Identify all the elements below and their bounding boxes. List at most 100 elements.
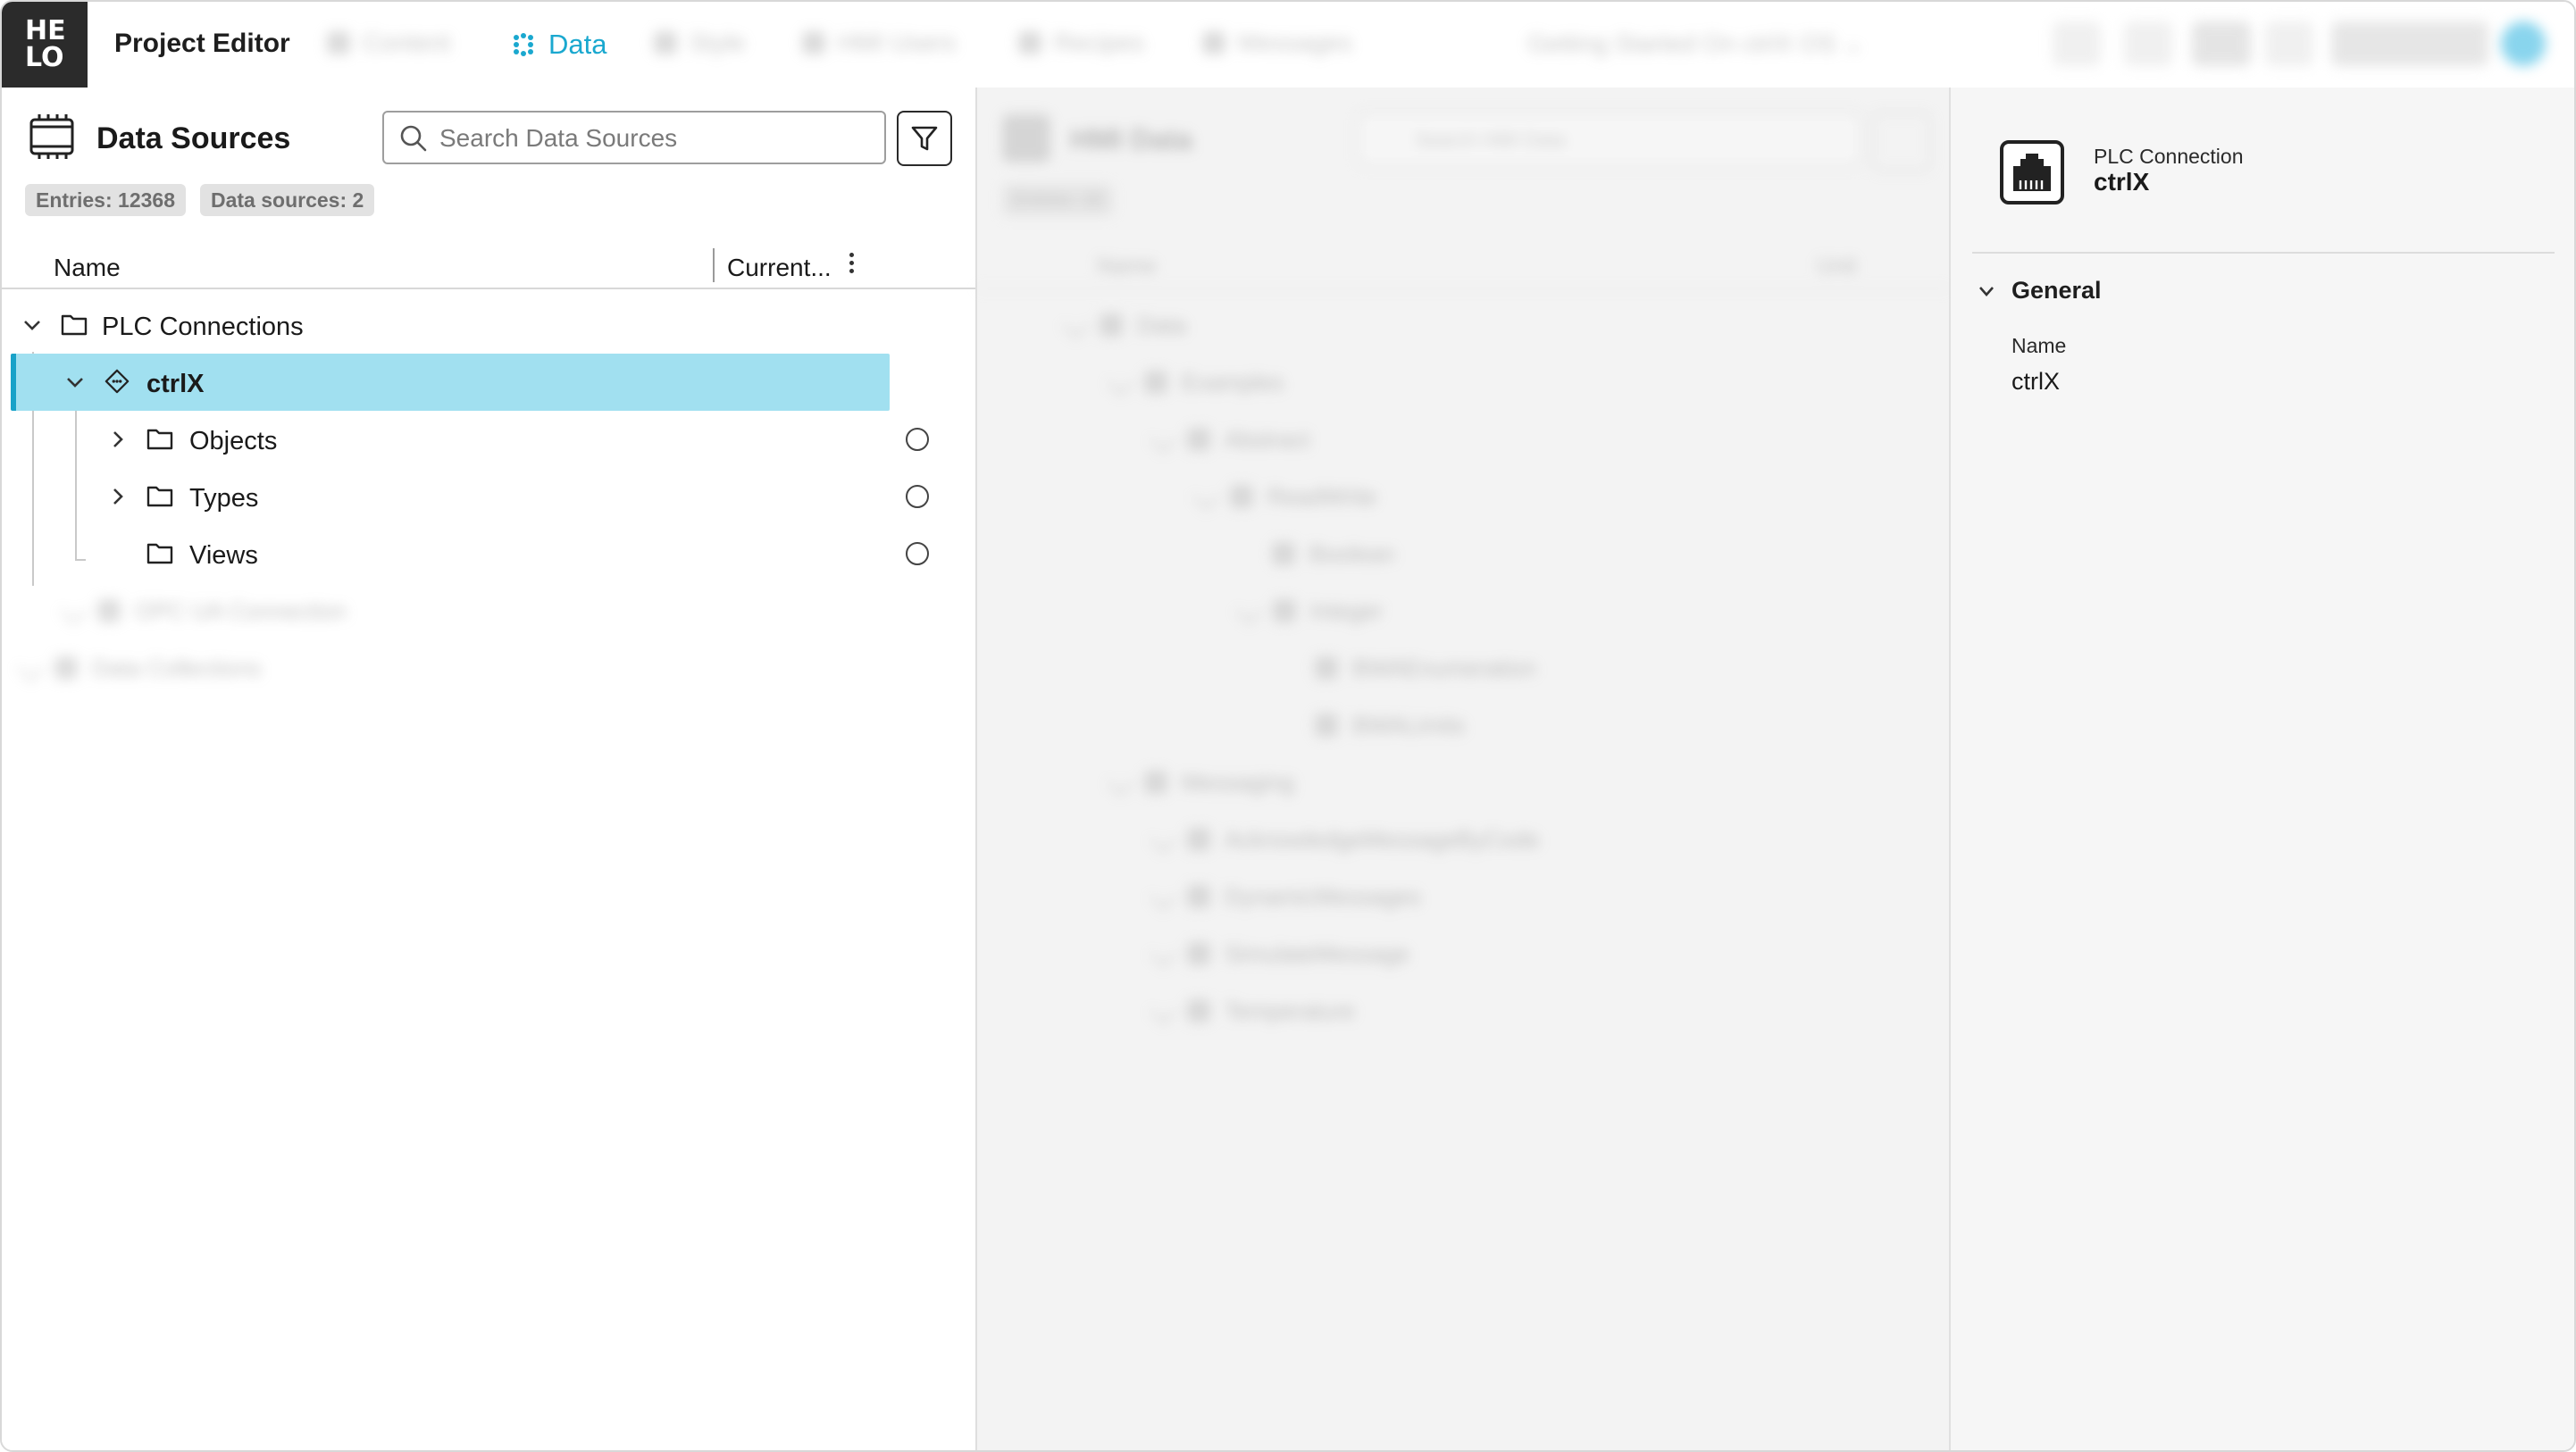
ethernet-port-icon xyxy=(2000,140,2064,204)
data-icon xyxy=(514,33,533,56)
search-icon xyxy=(400,125,427,152)
tab-messages[interactable]: Messages xyxy=(1202,29,1352,57)
data-sources-icon xyxy=(29,114,74,159)
hmi-data-icon xyxy=(1002,114,1050,163)
chevron-right-icon[interactable] xyxy=(105,427,130,452)
hmi-data-panel: HMI Data Search HMI Data Entries: 16 Nam… xyxy=(977,88,1951,1450)
tree-row-types[interactable]: Types xyxy=(2,468,975,525)
chevron-down-icon[interactable] xyxy=(63,370,88,395)
column-current[interactable]: Current... xyxy=(727,254,832,282)
tab-data-label: Data xyxy=(548,29,607,60)
hmi-row-boolean[interactable]: Boolean xyxy=(1272,536,1394,572)
project-select-label: Getting Started On ctrlX OS xyxy=(1527,29,1836,57)
tab-recipes[interactable]: Recipes xyxy=(1018,29,1144,57)
tab-content-label: Content xyxy=(363,29,451,56)
hmi-row-integer[interactable]: Integer xyxy=(1235,593,1383,629)
hmi-data-badge: Entries: 16 xyxy=(1002,184,1114,216)
hmi-row-simulate-message[interactable]: SimulateMessage xyxy=(1150,936,1409,972)
toolbar-upload-button[interactable] xyxy=(2053,21,2101,66)
field-name-value[interactable]: ctrlX xyxy=(2011,368,2060,396)
tree-label-plc-connections: PLC Connections xyxy=(102,313,304,341)
recipes-icon xyxy=(1018,31,1041,54)
hmi-data-title: HMI Data xyxy=(1070,123,1192,155)
style-icon xyxy=(654,31,677,54)
tab-content[interactable]: Content xyxy=(327,29,450,57)
hmi-row-abstract[interactable]: Abstract xyxy=(1150,421,1309,457)
project-select[interactable]: Getting Started On ctrlX OS ⌄ xyxy=(1527,29,1864,58)
column-name[interactable]: Name xyxy=(54,254,121,282)
field-name-label: Name xyxy=(2011,334,2067,357)
tab-hmi-users[interactable]: HMI Users xyxy=(802,29,956,57)
tab-messages-label: Messages xyxy=(1238,29,1352,56)
filter-icon xyxy=(911,126,938,151)
radio-types[interactable] xyxy=(906,485,929,508)
tree-row-views[interactable]: Views xyxy=(2,525,975,582)
tab-style[interactable]: Style xyxy=(654,29,745,57)
tree-label-objects: Objects xyxy=(189,427,278,455)
hmi-column-unit[interactable]: Unit xyxy=(1817,254,1856,280)
chevron-right-icon xyxy=(60,597,88,624)
column-more-icon[interactable] xyxy=(845,250,857,280)
hmi-data-search[interactable]: Search HMI Data xyxy=(1358,113,1861,166)
data-sources-search-input[interactable] xyxy=(438,121,870,155)
radio-views[interactable] xyxy=(906,542,929,565)
app-logo[interactable]: HE LO xyxy=(2,2,88,88)
chevron-down-icon[interactable] xyxy=(20,313,45,338)
toolbar-preview-button[interactable] xyxy=(2192,21,2251,66)
users-icon xyxy=(802,31,825,54)
logo-bottom-text: LO xyxy=(25,42,64,73)
tree-row-opc-ua-connection[interactable]: OPC UA Connection xyxy=(60,593,347,629)
tree-row-objects[interactable]: Objects xyxy=(2,411,975,468)
tab-recipes-label: Recipes xyxy=(1054,29,1145,56)
hmi-row-dynamic-messages[interactable]: DynamicMessages xyxy=(1150,879,1421,914)
hmi-header-divider xyxy=(977,288,1949,289)
entries-badge: Entries: 12368 xyxy=(25,184,186,216)
folder-icon xyxy=(54,656,78,680)
folder-icon xyxy=(146,543,173,564)
tab-hmi-users-label: HMI Users xyxy=(838,29,957,56)
hmi-row-data[interactable]: Data xyxy=(1062,307,1186,343)
tree-row-ctrlx[interactable]: ctrlX xyxy=(2,354,975,411)
plc-connection-icon xyxy=(105,369,130,394)
tree-label-opc-ua: OPC UA Connection xyxy=(135,597,347,624)
section-general-title[interactable]: General xyxy=(2011,277,2102,305)
hmi-row-acknowledge[interactable]: AcknowledgeMessageByCode xyxy=(1150,822,1540,857)
tree-label-types: Types xyxy=(189,484,259,513)
hmi-row-examples[interactable]: Examples xyxy=(1107,364,1284,400)
user-avatar[interactable] xyxy=(2501,21,2546,66)
folder-icon xyxy=(61,314,88,336)
toolbar-check-button[interactable] xyxy=(2124,21,2172,66)
tab-data[interactable]: Data xyxy=(511,27,606,63)
data-sources-count-badge: Data sources: 2 xyxy=(200,184,375,216)
toolbar-deploy-button[interactable] xyxy=(2331,21,2488,66)
app-window: HE LO Project Editor Content Data Style xyxy=(0,0,2576,1452)
tree-row-plc-connections[interactable]: PLC Connections xyxy=(2,296,975,354)
hmi-column-name[interactable]: Name xyxy=(1097,254,1157,280)
top-bar: HE LO Project Editor Content Data Style xyxy=(2,2,2574,89)
tab-style-label: Style xyxy=(690,29,746,56)
column-resize-handle[interactable] xyxy=(713,248,715,282)
content-icon xyxy=(327,31,350,54)
toolbar-play-button[interactable] xyxy=(2265,21,2313,66)
chevron-right-icon xyxy=(17,655,45,681)
data-sources-filter-button[interactable] xyxy=(897,111,952,166)
hmi-row-messaging[interactable]: Messaging xyxy=(1107,764,1294,800)
tree-label-views: Views xyxy=(189,541,258,570)
hmi-row-temperature[interactable]: Temperature xyxy=(1150,993,1355,1029)
data-sources-title: Data Sources xyxy=(96,121,291,155)
app-title: Project Editor xyxy=(114,29,290,58)
tree-label-data-collections: Data Collections xyxy=(92,654,262,681)
hmi-row-bwaenumeration[interactable]: BWAEnumeration xyxy=(1315,650,1536,686)
chevron-right-icon[interactable] xyxy=(105,484,130,509)
hmi-data-filter-button[interactable] xyxy=(1872,113,1931,171)
inspector-divider xyxy=(1972,252,2555,254)
tree-row-data-collections[interactable]: Data Collections xyxy=(17,650,262,686)
hmi-row-bwalimits[interactable]: BWALimits xyxy=(1315,707,1465,743)
radio-objects[interactable] xyxy=(906,428,929,451)
chevron-down-icon[interactable] xyxy=(1976,280,1997,302)
hmi-row-readwrite[interactable]: ReadWrite xyxy=(1192,479,1376,514)
data-sources-column-header: Name Current... xyxy=(2,236,975,289)
data-sources-search[interactable] xyxy=(382,111,886,164)
inspector-type: PLC Connection xyxy=(2094,145,2244,168)
messages-icon xyxy=(1202,31,1225,54)
